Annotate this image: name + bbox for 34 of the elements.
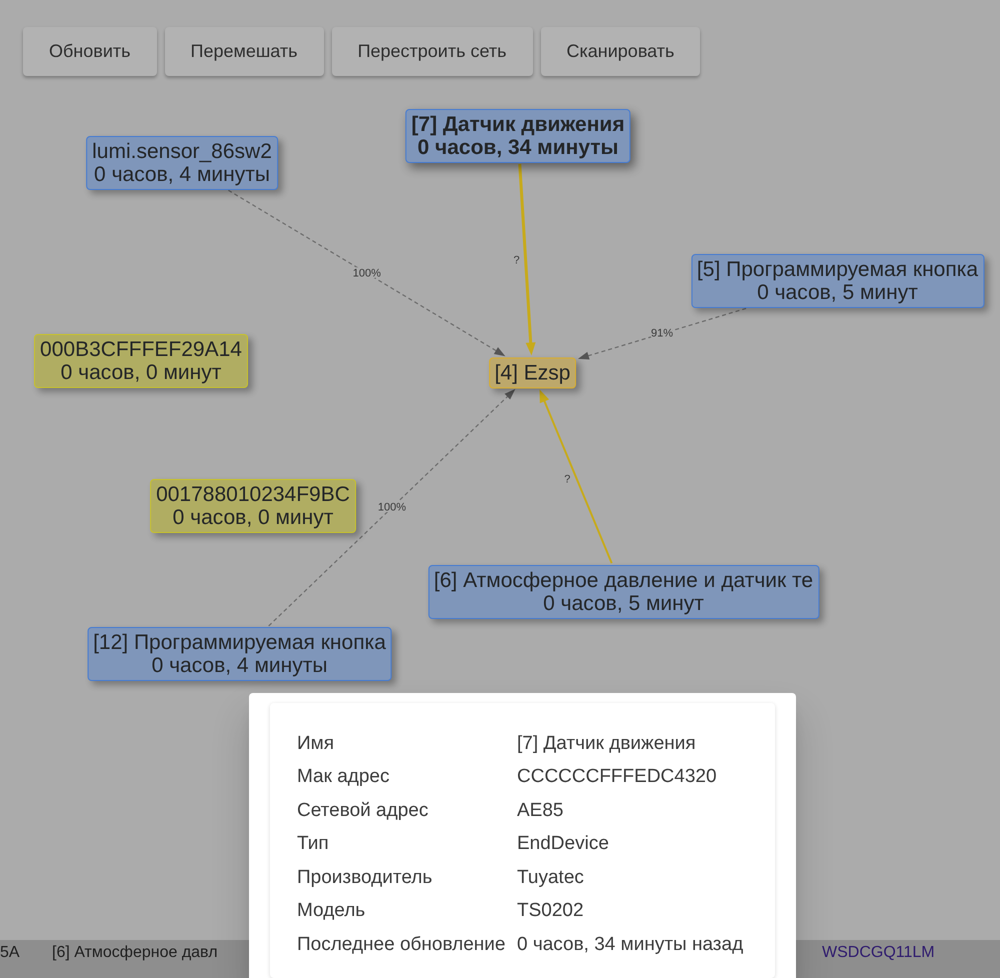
network-node[interactable]: [4] Ezsp — [488, 357, 576, 388]
connection-label: 100% — [378, 502, 406, 514]
detail-label: Имя — [297, 732, 334, 755]
detail-value: EndDevice — [517, 833, 609, 856]
detail-value: [7] Датчик движения — [517, 732, 696, 755]
connection-label: 91% — [650, 328, 674, 340]
detail-value: TS0202 — [517, 900, 584, 922]
connection-label: ? — [564, 474, 570, 486]
network-node[interactable]: 000B3CFFFEF29A14 0 часов, 0 минут — [34, 334, 248, 388]
table-cell: [6] Атмосферное давл — [52, 943, 218, 962]
connection-label: 100% — [352, 267, 381, 280]
detail-label: Сетевой адрес — [297, 800, 428, 822]
network-node[interactable]: 001788010234F9BC 0 часов, 0 минут — [150, 479, 356, 533]
detail-label: Производитель — [297, 866, 432, 889]
connection-label: ? — [514, 254, 520, 266]
network-node[interactable]: lumi.sensor_86sw2 0 часов, 4 минуты — [86, 136, 278, 190]
toolbar-button[interactable]: Перестроить сеть — [332, 27, 533, 76]
detail-label: Мак адрес — [297, 766, 390, 788]
detail-label: Модель — [297, 900, 366, 922]
network-node[interactable]: [6] Атмосферное давление и датчик те 0 часов, 5 минут — [428, 564, 820, 618]
detail-value: CCCCCCFFFEDC4320 — [517, 766, 717, 788]
detail-label: Тип — [297, 833, 329, 856]
detail-value: AE85 — [517, 800, 564, 822]
network-node[interactable]: [7] Датчик движения 0 часов, 34 минуты — [405, 108, 631, 162]
toolbar-button[interactable]: Перемешать — [164, 27, 324, 76]
model-link[interactable]: WSDCGQ11LM — [822, 943, 935, 962]
detail-value: 0 часов, 34 минуты назад — [517, 934, 744, 956]
toolbar-button[interactable]: Обновить — [23, 27, 157, 76]
detail-label: Последнее обновление — [297, 934, 506, 956]
network-node[interactable]: [12] Программируемая кнопка 0 часов, 4 минуты — [87, 627, 392, 681]
detail-value: Tuyatec — [517, 866, 584, 889]
toolbar-button[interactable]: Сканировать — [540, 27, 700, 76]
table-cell: 5A — [0, 943, 20, 962]
network-node[interactable]: [5] Программируемая кнопка 0 часов, 5 минут — [690, 254, 984, 308]
